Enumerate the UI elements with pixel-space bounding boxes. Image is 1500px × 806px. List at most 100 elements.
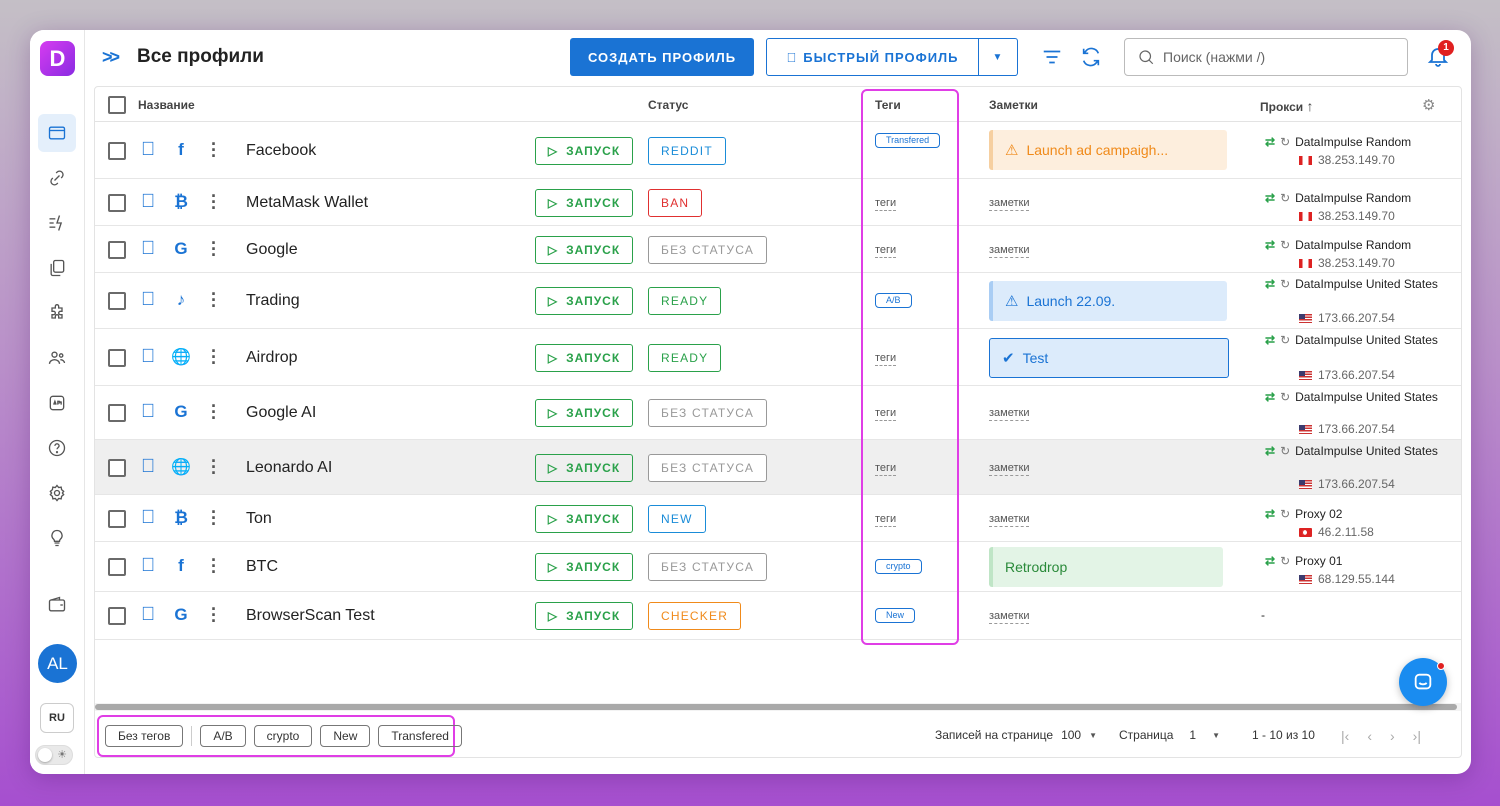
prev-page-icon[interactable]: ‹ <box>1367 728 1372 744</box>
automation-icon[interactable] <box>38 204 76 242</box>
table-settings-icon[interactable]: ⚙ <box>1422 96 1435 114</box>
launch-button[interactable]: ▷ ЗАПУСК <box>535 235 633 264</box>
help-icon[interactable] <box>38 429 76 467</box>
quick-profile-button[interactable]:  БЫСТРЫЙ ПРОФИЛЬ ▼ <box>766 38 1018 76</box>
notifications-button[interactable]: 1 <box>1426 40 1454 70</box>
proxy-name[interactable]: ⇄ ↻ Proxy 02 <box>1265 507 1342 521</box>
per-page-select[interactable]: 100 <box>1061 728 1081 742</box>
table-row[interactable]: 🌐· · ·Leonardo AI▷ЗАПУСКБЕЗ СТАТУСАтеги… <box>95 440 1461 495</box>
settings-icon[interactable] <box>38 474 76 512</box>
create-profile-button[interactable]: СОЗДАТЬ ПРОФИЛЬ <box>570 38 754 76</box>
sort-asc-icon[interactable]: ↑ <box>1307 98 1314 114</box>
expand-sidebar-icon[interactable]: >> <box>102 47 120 68</box>
proxy-name[interactable]: ⇄ ↻ DataImpulse Random <box>1265 191 1411 205</box>
table-row[interactable]: f· · ·BTC▷ЗАПУСКБЕЗ СТАТУСАcryptoRetrod… <box>95 542 1461 592</box>
chevron-down-icon[interactable]: ▼ <box>1089 731 1097 740</box>
tag-filter-no-tags[interactable]: Без тегов <box>105 725 184 747</box>
row-checkbox[interactable] <box>108 404 126 422</box>
language-switch[interactable]: RU <box>40 703 74 733</box>
note-card[interactable]: ⚠ Launch ad campaigh... <box>989 130 1227 170</box>
swap-icon[interactable]: ⇄ <box>1265 333 1275 347</box>
refresh-ip-icon[interactable]: ↻ <box>1280 444 1290 458</box>
status-badge[interactable]: БЕЗ СТАТУСА <box>648 453 768 482</box>
swap-icon[interactable]: ⇄ <box>1265 135 1275 149</box>
status-badge[interactable]: CHECKER <box>648 602 742 630</box>
status-badge[interactable]: БЕЗ СТАТУСА <box>648 553 768 581</box>
note-placeholder[interactable]: заметки <box>989 197 1030 211</box>
row-checkbox[interactable] <box>108 142 126 160</box>
more-menu-icon[interactable]: · · · <box>211 397 217 427</box>
row-checkbox[interactable] <box>108 348 126 367</box>
more-menu-icon[interactable]: · · · <box>211 551 217 581</box>
quick-profile-main[interactable]:  БЫСТРЫЙ ПРОФИЛЬ <box>767 39 979 75</box>
search-input[interactable] <box>1163 49 1393 65</box>
refresh-ip-icon[interactable]: ↻ <box>1280 277 1290 291</box>
status-badge[interactable]: NEW <box>648 504 706 533</box>
table-row[interactable]: ₿· · ·MetaMask Wallet▷ЗАПУСКBANтегизаме… <box>95 179 1461 226</box>
profiles-icon[interactable] <box>38 114 76 152</box>
theme-toggle[interactable]: ☀ <box>35 745 73 765</box>
table-row[interactable]: G· · ·Google AI▷ЗАПУСКБЕЗ СТАТУСАтегиза… <box>95 386 1461 440</box>
more-menu-icon[interactable]: · · · <box>211 187 217 217</box>
swap-icon[interactable]: ⇄ <box>1265 554 1275 568</box>
more-menu-icon[interactable]: · · · <box>211 452 217 482</box>
note-card[interactable]: Retrodrop <box>989 547 1223 587</box>
wallet-icon[interactable] <box>38 586 76 624</box>
support-chat-button[interactable] <box>1399 658 1447 706</box>
avatar[interactable]: AL <box>38 644 77 683</box>
note-card[interactable]: ✔ Test <box>989 337 1229 378</box>
refresh-ip-icon[interactable]: ↻ <box>1280 333 1290 347</box>
chevron-down-icon[interactable]: ▼ <box>1212 731 1220 740</box>
search-box[interactable] <box>1124 38 1408 76</box>
lightbulb-icon[interactable] <box>38 519 76 557</box>
proxy-name[interactable]: ⇄ ↻ DataImpulse United States <box>1265 390 1438 404</box>
first-page-icon[interactable]: |‹ <box>1341 728 1349 744</box>
proxy-name[interactable]: ⇄ ↻ DataImpulse United States <box>1265 277 1438 291</box>
table-row[interactable]: f· · ·Facebook▷ЗАПУСКREDDITTransfered⚠L… <box>95 123 1461 179</box>
row-checkbox[interactable] <box>108 292 126 310</box>
api-icon[interactable] <box>38 384 76 422</box>
tag-filter-new[interactable]: New <box>320 725 371 747</box>
col-status[interactable]: Статус <box>648 98 688 112</box>
launch-button[interactable]: ▷ ЗАПУСК <box>535 602 633 630</box>
copy-icon[interactable] <box>38 249 76 287</box>
refresh-ip-icon[interactable]: ↻ <box>1280 135 1290 149</box>
launch-button[interactable]: ▷ ЗАПУСК <box>535 399 633 427</box>
next-page-icon[interactable]: › <box>1390 728 1395 744</box>
row-checkbox[interactable] <box>108 607 126 625</box>
table-row[interactable]: ₿· · ·Ton▷ЗАПУСКNEWтегизаметки⇄↻Proxy 0… <box>95 495 1461 542</box>
refresh-ip-icon[interactable]: ↻ <box>1280 390 1290 404</box>
status-badge[interactable]: BAN <box>648 188 703 217</box>
status-badge[interactable]: READY <box>648 287 722 315</box>
more-menu-icon[interactable]: · · · <box>211 342 217 372</box>
row-checkbox[interactable] <box>108 240 126 259</box>
refresh-ip-icon[interactable]: ↻ <box>1280 554 1290 568</box>
chevron-down-icon[interactable]: ▼ <box>979 52 1017 63</box>
row-checkbox[interactable] <box>108 193 126 212</box>
link-icon[interactable] <box>38 159 76 197</box>
proxy-name[interactable]: ⇄ ↻ DataImpulse Random <box>1265 238 1411 252</box>
status-badge[interactable]: READY <box>648 343 722 372</box>
launch-button[interactable]: ▷ ЗАПУСК <box>535 553 633 581</box>
note-placeholder[interactable]: заметки <box>989 462 1030 476</box>
launch-button[interactable]: ▷ ЗАПУСК <box>535 343 633 372</box>
table-row[interactable]: 🌐· · ·Airdrop▷ЗАПУСКREADYтеги✔Test⇄↻Dat… <box>95 329 1461 386</box>
tag-filter-ab[interactable]: A/B <box>200 725 246 747</box>
refresh-icon[interactable] <box>1080 46 1102 68</box>
table-row[interactable]: G· · ·Google▷ЗАПУСКБЕЗ СТАТУСАтегизамет… <box>95 226 1461 273</box>
filter-icon[interactable] <box>1041 46 1063 68</box>
note-placeholder[interactable]: заметки <box>989 407 1030 421</box>
note-card[interactable]: ⚠ Launch 22.09. <box>989 281 1227 321</box>
row-checkbox[interactable] <box>108 558 126 576</box>
col-name[interactable]: Название <box>138 98 195 112</box>
more-menu-icon[interactable]: · · · <box>211 135 217 165</box>
scrollbar-thumb[interactable] <box>95 704 1457 710</box>
page-select[interactable]: 1 <box>1189 728 1196 742</box>
launch-button[interactable]: ▷ ЗАПУСК <box>535 504 633 533</box>
note-placeholder[interactable]: заметки <box>989 610 1030 624</box>
more-menu-icon[interactable]: · · · <box>211 234 217 264</box>
status-badge[interactable]: БЕЗ СТАТУСА <box>648 399 768 427</box>
status-badge[interactable]: REDDIT <box>648 137 726 165</box>
proxy-name[interactable]: ⇄ ↻ DataImpulse Random <box>1265 135 1411 149</box>
horizontal-scrollbar[interactable] <box>95 703 1461 711</box>
